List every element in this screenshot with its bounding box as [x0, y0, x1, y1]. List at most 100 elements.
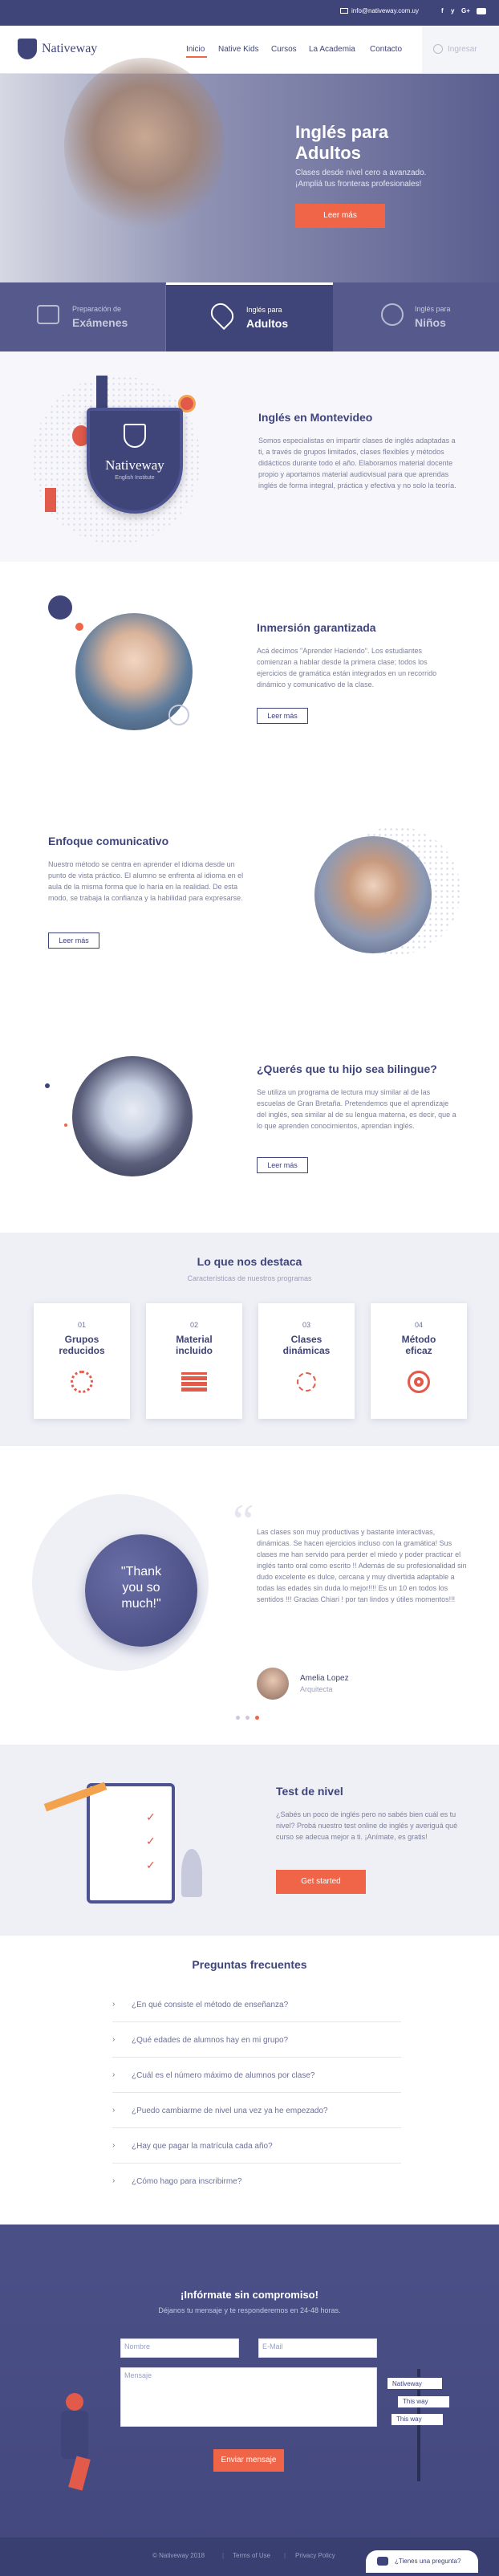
- get-started-button[interactable]: Get started: [276, 1870, 366, 1894]
- chevron-right-icon: ›: [112, 2000, 116, 2009]
- decor-ring: [168, 705, 189, 725]
- feature-num: 01: [77, 1321, 86, 1329]
- bubble-line2: you so: [122, 1581, 160, 1595]
- check-icon-3: ✓: [146, 1859, 156, 1871]
- clipboard-illustration: ✓ ✓ ✓: [87, 1783, 175, 1904]
- nav-item-inicio[interactable]: Inicio: [186, 45, 205, 54]
- inmersion-leer-mas-button[interactable]: Leer más: [257, 708, 308, 724]
- nav-item-la-academia[interactable]: La Academia: [309, 45, 355, 54]
- email-input[interactable]: E-Mail: [258, 2338, 377, 2358]
- top-bar: info@nativeway.com.uy f y G+: [0, 0, 499, 26]
- sign-nativeway: Nativeway: [387, 2377, 443, 2390]
- tab-examenes-small: Preparación de: [72, 305, 122, 313]
- privacy-link[interactable]: Privacy Policy: [295, 2552, 335, 2559]
- inmersion-text: Acá decimos "Aprender Haciendo". Los est…: [257, 647, 437, 689]
- target-icon: [408, 1371, 430, 1393]
- carousel-dot-2[interactable]: [245, 1716, 250, 1720]
- plant-illustration: [181, 1849, 202, 1897]
- user-icon: [433, 44, 443, 54]
- hero-title-line2: Adultos: [295, 143, 361, 163]
- badge-name: Nativeway: [105, 457, 164, 473]
- feature-card-metodo: 04 Método eficaz: [371, 1303, 467, 1419]
- chevron-right-icon: ›: [112, 2070, 116, 2079]
- ingresar-box[interactable]: Ingresar: [422, 26, 499, 73]
- twitter-icon[interactable]: y: [451, 7, 454, 14]
- faq-item[interactable]: › ¿Puedo cambiarme de nivel una vez ya he…: [112, 2096, 401, 2128]
- facebook-icon[interactable]: f: [441, 7, 444, 14]
- feature-num: 02: [189, 1321, 198, 1329]
- nav-item-contacto[interactable]: Contacto: [370, 45, 402, 54]
- tab-adultos-small: Inglés para: [246, 306, 282, 314]
- hero-banner: Inglés para Adultos Clases desde nivel c…: [0, 58, 499, 282]
- footer-separator-1: |: [222, 2552, 225, 2559]
- sparkle-dot-1: [45, 1083, 50, 1088]
- testimonial-text: Las clases son muy productivas y bastant…: [257, 1528, 467, 1603]
- head-shape: [66, 2393, 83, 2411]
- send-message-button[interactable]: Enviar mensaje: [213, 2449, 284, 2472]
- nav-item-native-kids[interactable]: Native Kids: [218, 45, 259, 54]
- main-nav: Nativeway Inicio Native Kids Cursos La A…: [0, 26, 499, 74]
- testimonial-name: Amelia Lopez: [300, 1674, 349, 1683]
- bilingue-title: ¿Querés que tu hijo sea bilingue?: [257, 1062, 437, 1075]
- bubble-line3: much!": [121, 1597, 161, 1611]
- feature-title-line1: Método: [401, 1334, 436, 1345]
- testimonial-section: "Thank you so much!" “ Las clases son mu…: [0, 1446, 499, 1745]
- chevron-right-icon: ›: [112, 2035, 116, 2044]
- tab-ninos[interactable]: Inglés para Niños: [333, 282, 499, 351]
- faq-item[interactable]: › ¿Hay que pagar la matrícula cada año?: [112, 2131, 401, 2164]
- graduation-cap-icon: [37, 305, 59, 324]
- enfoque-leer-mas-button[interactable]: Leer más: [48, 932, 99, 949]
- enfoque-title: Enfoque comunicativo: [48, 835, 169, 847]
- enfoque-text: Nuestro método se centra en aprender el …: [48, 860, 244, 902]
- group-icon: [71, 1371, 93, 1393]
- destaca-section: Lo que nos destaca Características de nu…: [0, 1233, 499, 1446]
- carousel-dot-3[interactable]: [255, 1716, 259, 1720]
- hero-cta-button[interactable]: Leer más: [295, 204, 385, 228]
- decor-circle-small: [75, 623, 83, 631]
- destaca-subtitle: Características de nuestros programas: [187, 1274, 312, 1282]
- faq-item[interactable]: › ¿Qué edades de alumnos hay en mi grupo?: [112, 2025, 401, 2058]
- ingresar-label: Ingresar: [448, 45, 477, 54]
- faq-item[interactable]: › ¿Cuál es el número máximo de alumnos po…: [112, 2061, 401, 2093]
- tab-examenes[interactable]: Preparación de Exámenes: [0, 282, 166, 351]
- question-mark-shape: [68, 2456, 91, 2491]
- girl-with-megaphone-illustration: [56, 2393, 96, 2497]
- testimonial-role: Arquitecta: [300, 1685, 333, 1693]
- logo-shield-icon[interactable]: [18, 39, 37, 59]
- hero-woman-photo: [64, 58, 225, 234]
- chevron-right-icon: ›: [112, 2141, 116, 2150]
- faq-item-label: ¿En qué consiste el método de enseñanza?: [132, 2001, 289, 2009]
- chat-bubble-icon: [377, 2557, 388, 2566]
- montevideo-section: Nativeway English Institute Inglés en Mo…: [0, 351, 499, 562]
- topbar-email[interactable]: info@nativeway.com.uy: [351, 7, 419, 14]
- logo-text[interactable]: Nativeway: [42, 42, 97, 56]
- feature-title-line1: Clases: [290, 1334, 323, 1345]
- destaca-title: Lo que nos destaca: [197, 1255, 302, 1268]
- girl-photo: [314, 836, 432, 953]
- faq-item[interactable]: › ¿Cómo hago para inscribirme?: [112, 2167, 401, 2199]
- sparkle-dot-2: [64, 1123, 67, 1127]
- youtube-icon[interactable]: [477, 8, 486, 14]
- decor-circle-large: [48, 595, 72, 620]
- terms-link[interactable]: Terms of Use: [233, 2552, 270, 2559]
- chat-widget-button[interactable]: ¿Tienes una pregunta?: [366, 2550, 478, 2573]
- nav-item-cursos[interactable]: Cursos: [271, 45, 297, 54]
- faq-item[interactable]: › ¿En qué consiste el método de enseñanza…: [112, 1990, 401, 2022]
- badge-sub: English Institute: [115, 475, 155, 481]
- sign-this-way-2: This way: [391, 2414, 443, 2425]
- footer-separator-2: |: [284, 2552, 286, 2559]
- carousel-dot-1[interactable]: [236, 1716, 240, 1720]
- tab-adultos[interactable]: Inglés para Adultos: [166, 282, 333, 351]
- contact-title: ¡Infórmate sin compromiso!: [181, 2289, 318, 2301]
- bubble-line1: "Thank: [120, 1565, 162, 1579]
- montevideo-title: Inglés en Montevideo: [258, 411, 373, 424]
- message-textarea[interactable]: Mensaje: [120, 2367, 377, 2427]
- test-title: Test de nivel: [276, 1785, 343, 1798]
- nav-active-underline: [186, 56, 207, 58]
- feature-title-line2: eficaz: [405, 1345, 432, 1356]
- name-input[interactable]: Nombre: [120, 2338, 239, 2358]
- google-plus-icon[interactable]: G+: [461, 7, 470, 14]
- inmersion-section: Inmersión garantizada Acá decimos "Apren…: [0, 562, 499, 794]
- bilingue-leer-mas-button[interactable]: Leer más: [257, 1157, 308, 1173]
- books-icon: [181, 1372, 207, 1392]
